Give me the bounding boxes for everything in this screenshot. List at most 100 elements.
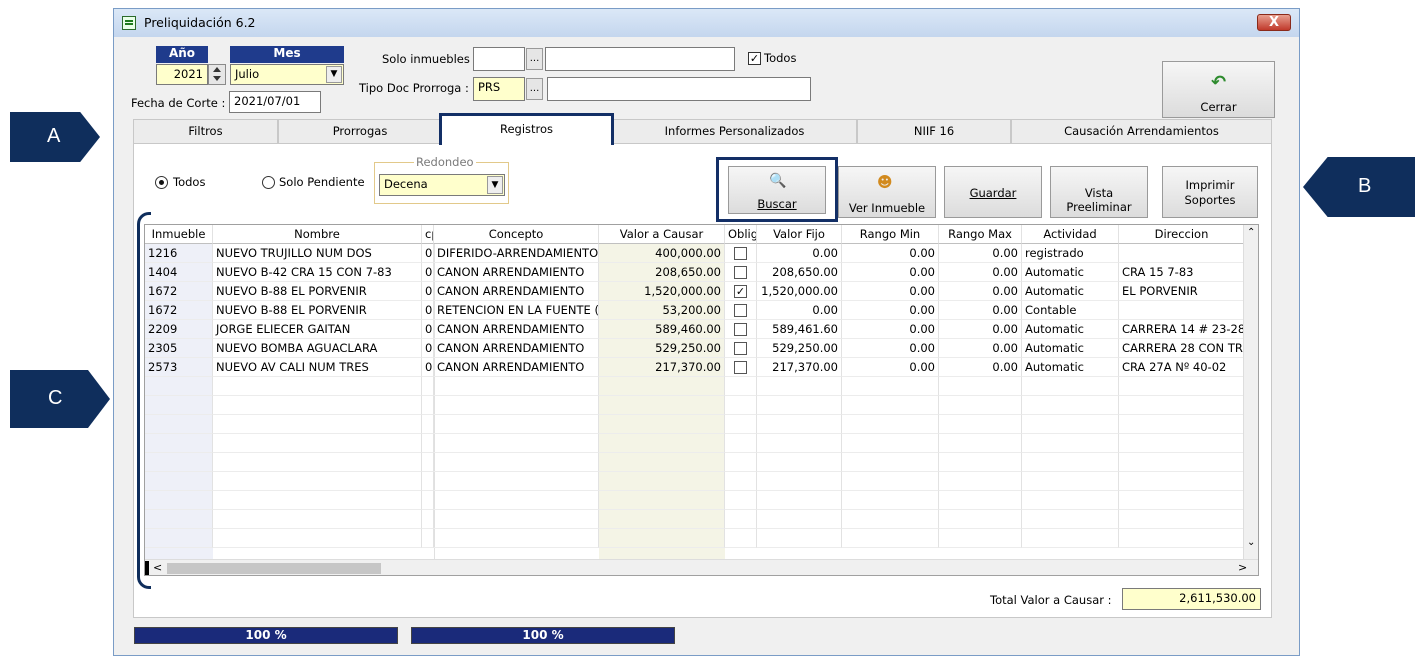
cell-direccion[interactable]	[1119, 244, 1245, 263]
cell-inmueble[interactable]: 1216	[145, 244, 213, 263]
cell-direccion[interactable]: EL PORVENIR	[1119, 282, 1245, 301]
cell-cp[interactable]: 0(	[422, 320, 434, 339]
ver-inmueble-button[interactable]: ☻ Ver Inmueble	[838, 166, 936, 218]
scroll-up-icon[interactable]: ⌃	[1247, 227, 1255, 238]
header-inmueble[interactable]: Inmueble	[145, 225, 213, 244]
spin-up-icon[interactable]	[213, 67, 221, 72]
cell-valor-causar[interactable]: 208,650.00	[599, 263, 725, 282]
cell-nombre[interactable]: NUEVO B-42 CRA 15 CON 7-83	[213, 263, 422, 282]
cell-rango-min[interactable]: 0.00	[842, 282, 939, 301]
cell-nombre[interactable]: NUEVO AV CALI NUM TRES	[213, 358, 422, 377]
cell-valor-fijo[interactable]: 208,650.00	[757, 263, 842, 282]
tipo-doc-lookup-button[interactable]: ...	[526, 78, 543, 100]
cell-rango-min[interactable]: 0.00	[842, 320, 939, 339]
cell-nombre[interactable]: NUEVO BOMBA AGUACLARA	[213, 339, 422, 358]
cell-valor-causar[interactable]: 589,460.00	[599, 320, 725, 339]
cell-concepto[interactable]: CANON ARRENDAMIENTO	[434, 320, 599, 339]
horizontal-scroll-thumb[interactable]	[167, 563, 381, 574]
header-direccion[interactable]: Direccion	[1119, 225, 1245, 244]
table-row[interactable]: 1672NUEVO B-88 EL PORVENIR0(RETENCION EN…	[145, 301, 1245, 320]
scroll-down-icon[interactable]: ⌄	[1247, 537, 1255, 548]
cell-concepto[interactable]: CANON ARRENDAMIENTO	[434, 282, 599, 301]
tab-causacion[interactable]: Causación Arrendamientos	[1011, 119, 1272, 143]
cell-rango-max[interactable]: 0.00	[939, 244, 1022, 263]
header-valor-fijo[interactable]: Valor Fijo	[757, 225, 842, 244]
obliga-checkbox[interactable]	[734, 323, 747, 336]
vista-preeliminar-button[interactable]: Vista Preeliminar	[1050, 166, 1148, 218]
tab-prorrogas[interactable]: Prorrogas	[278, 119, 442, 143]
cell-valor-fijo[interactable]: 0.00	[757, 301, 842, 320]
cell-actividad[interactable]: Contable	[1022, 301, 1119, 320]
cell-actividad[interactable]: Automatic	[1022, 282, 1119, 301]
cell-valor-causar[interactable]: 217,370.00	[599, 358, 725, 377]
tab-informes[interactable]: Informes Personalizados	[612, 119, 857, 143]
cell-cp[interactable]: 0(	[422, 244, 434, 263]
header-actividad[interactable]: Actividad	[1022, 225, 1119, 244]
cell-rango-min[interactable]: 0.00	[842, 358, 939, 377]
cell-nombre[interactable]: NUEVO B-88 EL PORVENIR	[213, 301, 422, 320]
cell-concepto[interactable]: RETENCION EN LA FUENTE (F	[434, 301, 599, 320]
table-row[interactable]: 1216NUEVO TRUJILLO NUM DOS0(DIFERIDO-ARR…	[145, 244, 1245, 263]
cell-nombre[interactable]: JORGE ELIECER GAITAN	[213, 320, 422, 339]
cell-actividad[interactable]: Automatic	[1022, 339, 1119, 358]
vertical-scrollbar[interactable]: ⌃ ⌄	[1243, 225, 1258, 559]
header-nombre[interactable]: Nombre	[213, 225, 422, 244]
cell-inmueble[interactable]: 2305	[145, 339, 213, 358]
cell-direccion[interactable]: CARRERA 14 # 23-28	[1119, 320, 1245, 339]
header-obliga[interactable]: Obliga	[725, 225, 757, 244]
obliga-checkbox[interactable]	[734, 266, 747, 279]
cell-nombre[interactable]: NUEVO B-88 EL PORVENIR	[213, 282, 422, 301]
cell-rango-max[interactable]: 0.00	[939, 263, 1022, 282]
cell-inmueble[interactable]: 2573	[145, 358, 213, 377]
close-button[interactable]: X	[1257, 14, 1291, 31]
cell-valor-causar[interactable]: 53,200.00	[599, 301, 725, 320]
cell-valor-causar[interactable]: 1,520,000.00	[599, 282, 725, 301]
chevron-down-icon[interactable]: ▼	[487, 176, 503, 194]
chevron-down-icon[interactable]: ▼	[326, 66, 342, 83]
header-rango-min[interactable]: Rango Min	[842, 225, 939, 244]
cell-cp[interactable]: 0(	[422, 339, 434, 358]
scroll-left-icon[interactable]: <	[153, 561, 162, 574]
cell-inmueble[interactable]: 1672	[145, 301, 213, 320]
cell-cp[interactable]: 0(	[422, 282, 434, 301]
radio-todos[interactable]	[155, 176, 168, 189]
redondeo-select[interactable]: Decena ▼	[379, 174, 505, 196]
cerrar-button[interactable]: ↶ Cerrar	[1162, 61, 1275, 118]
header-concepto[interactable]: Concepto	[434, 225, 599, 244]
tipo-doc-code-input[interactable]: PRS	[473, 77, 525, 101]
cell-valor-fijo[interactable]: 1,520,000.00	[757, 282, 842, 301]
fecha-corte-input[interactable]: 2021/07/01	[229, 91, 321, 113]
cell-rango-min[interactable]: 0.00	[842, 339, 939, 358]
cell-valor-fijo[interactable]: 217,370.00	[757, 358, 842, 377]
header-rango-max[interactable]: Rango Max	[939, 225, 1022, 244]
table-row[interactable]: 1404NUEVO B-42 CRA 15 CON 7-830(CANON AR…	[145, 263, 1245, 282]
cell-valor-causar[interactable]: 529,250.00	[599, 339, 725, 358]
cell-concepto[interactable]: CANON ARRENDAMIENTO	[434, 358, 599, 377]
obliga-checkbox[interactable]	[734, 304, 747, 317]
cell-direccion[interactable]: CARRERA 28 CON TR	[1119, 339, 1245, 358]
obliga-checkbox[interactable]: ✓	[734, 285, 747, 298]
cell-actividad[interactable]: Automatic	[1022, 320, 1119, 339]
cell-cp[interactable]: 0(	[422, 263, 434, 282]
solo-inmuebles-lookup-button[interactable]: ...	[526, 48, 543, 70]
cell-valor-fijo[interactable]: 529,250.00	[757, 339, 842, 358]
radio-solo-pendiente[interactable]	[262, 176, 275, 189]
anio-input[interactable]: 2021	[156, 64, 208, 85]
header-valor-causar[interactable]: Valor a Causar	[599, 225, 725, 244]
cell-rango-max[interactable]: 0.00	[939, 282, 1022, 301]
table-row[interactable]: 2573NUEVO AV CALI NUM TRES0(CANON ARREND…	[145, 358, 1245, 377]
tipo-doc-name-input[interactable]	[547, 77, 811, 101]
cell-concepto[interactable]: CANON ARRENDAMIENTO	[434, 339, 599, 358]
mes-select[interactable]: Julio ▼	[230, 64, 344, 85]
tab-niif16[interactable]: NIIF 16	[857, 119, 1011, 143]
horizontal-scrollbar[interactable]: < >	[145, 559, 1258, 575]
cell-rango-max[interactable]: 0.00	[939, 320, 1022, 339]
cell-direccion[interactable]: CRA 27A Nº 40-02	[1119, 358, 1245, 377]
solo-inmuebles-name-input[interactable]	[545, 47, 735, 71]
table-row[interactable]: 2209JORGE ELIECER GAITAN0(CANON ARRENDAM…	[145, 320, 1245, 339]
cell-actividad[interactable]: Automatic	[1022, 358, 1119, 377]
cell-concepto[interactable]: CANON ARRENDAMIENTO	[434, 263, 599, 282]
table-row[interactable]: 2305NUEVO BOMBA AGUACLARA0(CANON ARRENDA…	[145, 339, 1245, 358]
cell-rango-max[interactable]: 0.00	[939, 339, 1022, 358]
cell-valor-fijo[interactable]: 589,461.60	[757, 320, 842, 339]
